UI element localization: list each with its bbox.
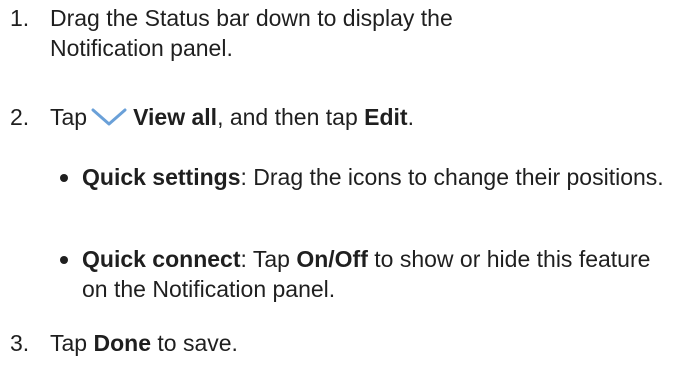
step-text-suffix: . xyxy=(407,104,414,130)
bullet-dot xyxy=(60,256,68,264)
bullet-description: : Drag the icons to change their positio… xyxy=(240,164,664,190)
step-text-suffix: to save. xyxy=(157,330,238,356)
step-text-prefix: Tap xyxy=(50,104,88,130)
instructions-document: 1. Drag the Status bar down to display t… xyxy=(0,0,683,367)
step-number: 3. xyxy=(10,330,30,356)
step-text: Tap View all, and then tap Edit. xyxy=(50,102,650,132)
bullet-text: Quick settings: Drag the icons to change… xyxy=(82,162,672,192)
bullet-pre: : Tap xyxy=(240,246,290,272)
bullet-dot xyxy=(60,174,68,182)
step-number: 1. xyxy=(10,5,30,31)
chevron-down-icon xyxy=(91,108,127,126)
on-off-label: On/Off xyxy=(296,246,368,272)
step-number: 2. xyxy=(10,104,30,130)
step-text: Drag the Status bar down to display the … xyxy=(50,5,453,61)
bullet-term: Quick connect xyxy=(82,246,241,272)
view-all-label: View all xyxy=(133,104,218,130)
edit-label: Edit xyxy=(364,104,408,130)
bullet-term: Quick settings xyxy=(82,164,241,190)
bullet-text: Quick connect: Tap On/Off to show or hid… xyxy=(82,244,672,304)
done-label: Done xyxy=(93,330,151,356)
step-text-prefix: Tap xyxy=(50,330,88,356)
step-text: Tap Done to save. xyxy=(50,328,570,358)
step-text-middle: , and then tap xyxy=(217,104,358,130)
